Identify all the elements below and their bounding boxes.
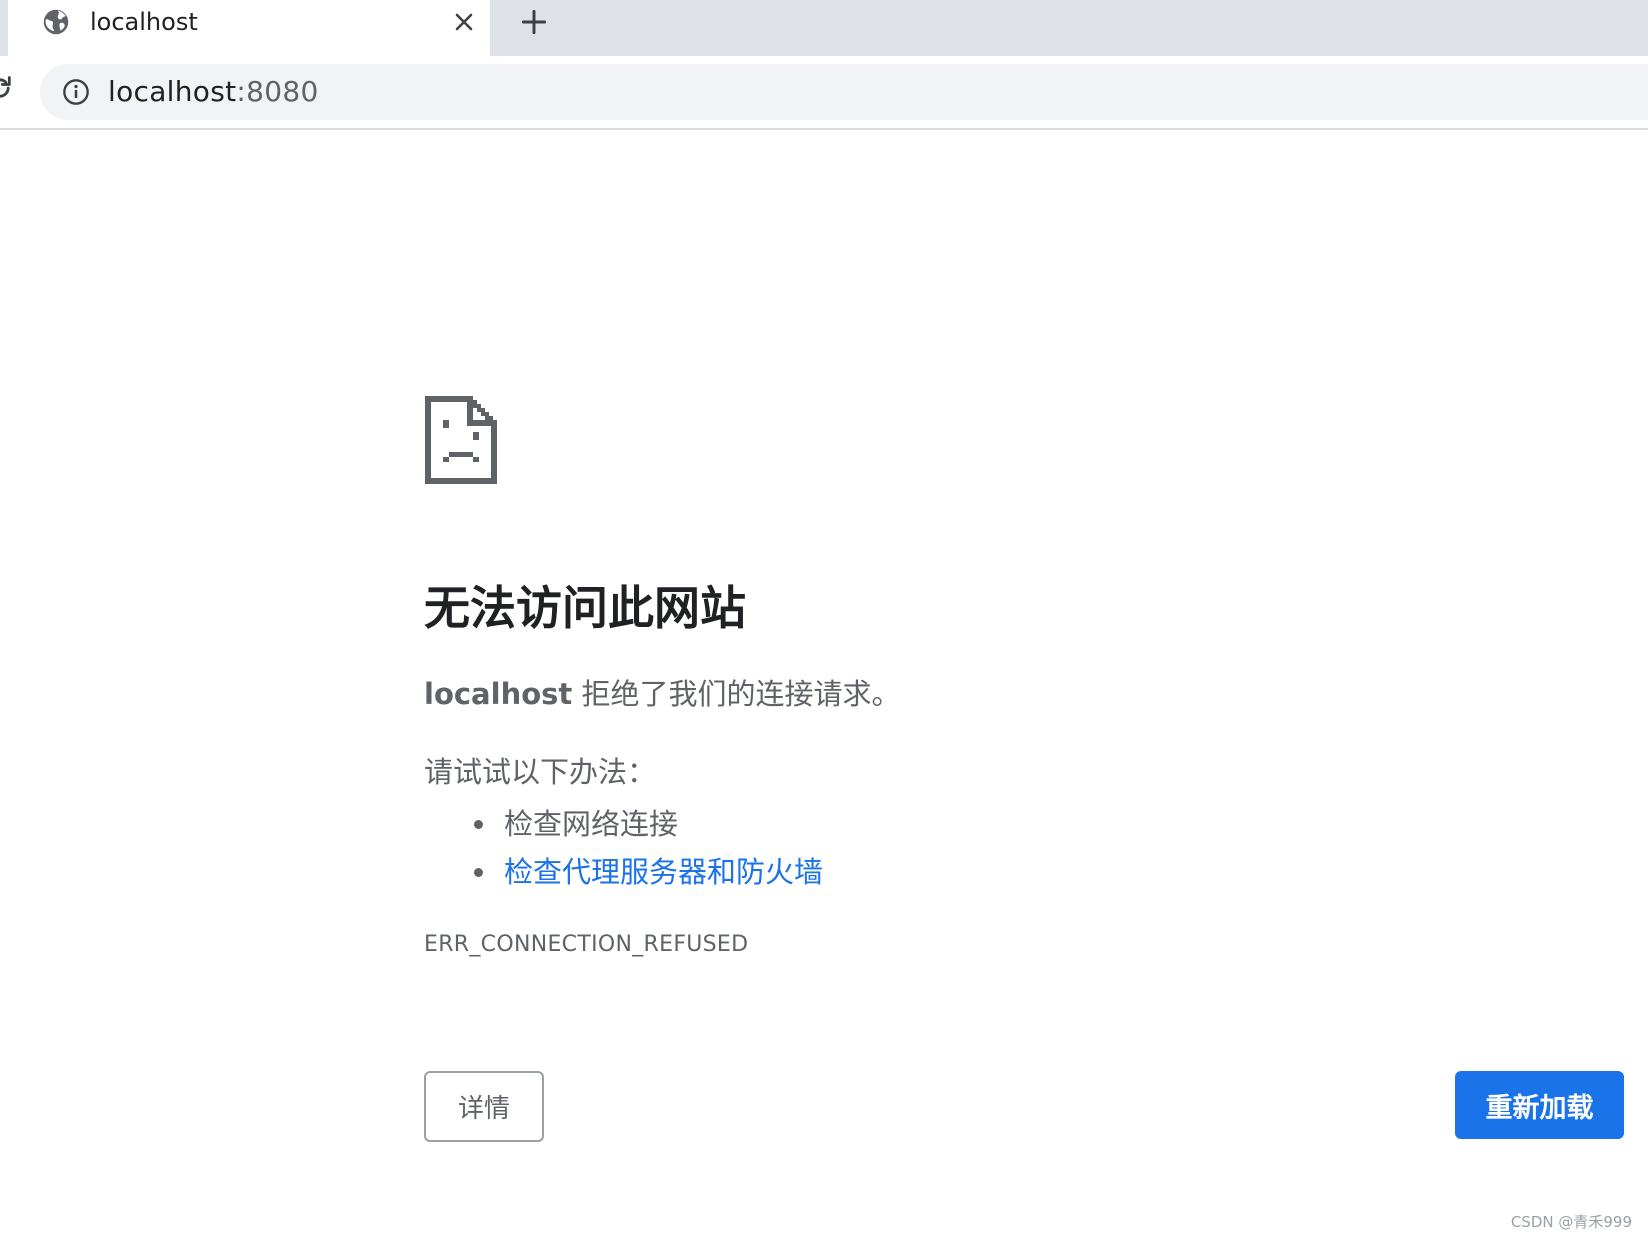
proxy-firewall-link[interactable]: 检查代理服务器和防火墙 [504,855,823,889]
tab-localhost[interactable]: localhost [8,0,490,62]
suggestion-text: 检查网络连接 [504,807,679,841]
bullet [474,820,483,829]
suggestions-list: 检查网络连接 检查代理服务器和防火墙 [424,800,823,896]
suggestions-heading: 请试试以下办法： [424,755,657,789]
address-bar[interactable]: localhost:8080 [40,64,1648,120]
plus-icon[interactable] [518,6,550,38]
sad-page-icon [425,396,497,484]
error-description-text: 拒绝了我们的连接请求。 [572,677,901,711]
error-title: 无法访问此网站 [424,581,746,635]
error-code: ERR_CONNECTION_REFUSED [424,932,749,957]
tab-strip: localhost [0,0,1648,62]
reload-icon[interactable] [0,74,14,102]
url-host: localhost [108,75,237,108]
error-host: localhost [424,677,573,711]
details-button[interactable]: 详情 [424,1071,544,1142]
tab-title: localhost [90,8,198,36]
reload-button[interactable]: 重新加载 [1455,1071,1624,1139]
bullet [474,868,483,877]
globe-icon [43,9,69,35]
suggestion-check-network: 检查网络连接 [424,800,823,848]
info-icon[interactable] [62,78,90,106]
watermark: CSDN @青禾999 [1510,1213,1632,1231]
toolbar: localhost:8080 [0,56,1648,130]
url-text[interactable]: localhost:8080 [108,74,319,110]
url-port: :8080 [236,75,319,108]
suggestion-check-proxy: 检查代理服务器和防火墙 [424,848,823,896]
close-icon[interactable] [450,8,478,36]
error-description: localhost 拒绝了我们的连接请求。 [424,674,900,714]
browser-window: localhost localhost:8080 无法访问此网站 localho… [0,0,1648,1238]
